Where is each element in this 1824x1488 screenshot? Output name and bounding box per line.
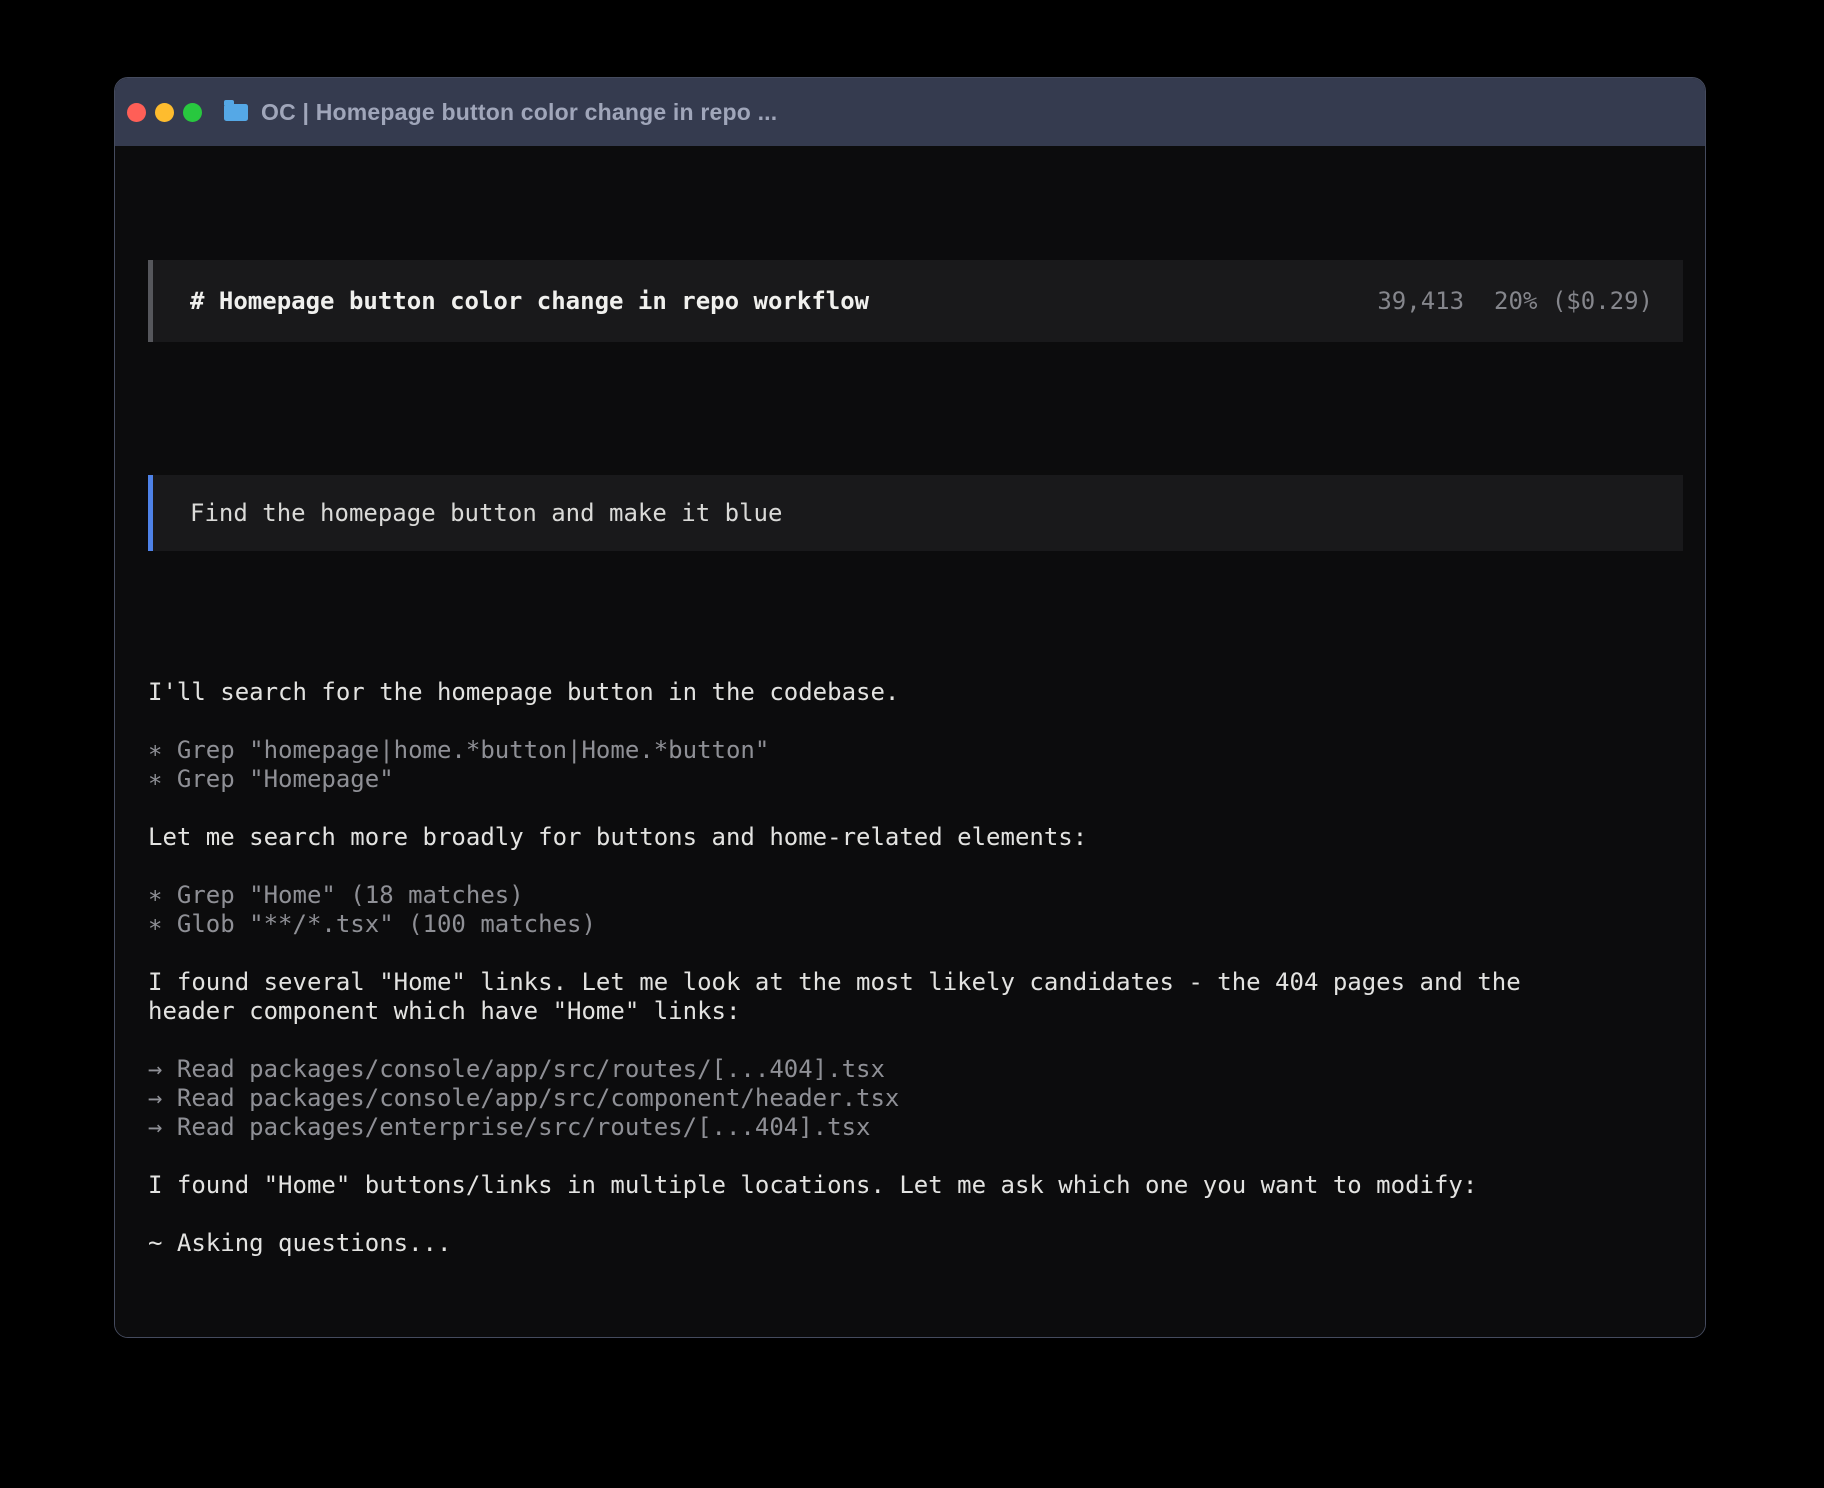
assistant-transcript: I'll search for the homepage button in t…	[148, 678, 1683, 1258]
assistant-text-line: I found several "Home" links. Let me loo…	[148, 968, 1683, 997]
folder-icon	[224, 104, 248, 121]
session-header: # Homepage button color change in repo w…	[148, 260, 1683, 342]
tool-call-line: ∗ Grep "Home" (18 matches)	[148, 881, 1683, 910]
tool-call-line: → Read packages/enterprise/src/routes/[.…	[148, 1113, 1683, 1142]
assistant-text-line	[148, 852, 1683, 881]
assistant-text-line	[148, 1142, 1683, 1171]
tool-call-line: ∗ Glob "**/*.tsx" (100 matches)	[148, 910, 1683, 939]
assistant-text-line	[148, 1026, 1683, 1055]
user-message-text: Find the homepage button and make it blu…	[190, 499, 782, 528]
session-title: # Homepage button color change in repo w…	[190, 287, 869, 316]
assistant-text-line	[148, 939, 1683, 968]
assistant-text-line	[148, 707, 1683, 736]
tool-call-line: ∗ Grep "Homepage"	[148, 765, 1683, 794]
assistant-text-line: I found "Home" buttons/links in multiple…	[148, 1171, 1683, 1200]
assistant-text-line	[148, 1200, 1683, 1229]
close-button[interactable]	[127, 103, 146, 122]
window-title: OC | Homepage button color change in rep…	[261, 99, 777, 126]
titlebar: OC | Homepage button color change in rep…	[115, 78, 1705, 146]
session-stats: 39,413 20% ($0.29)	[1377, 287, 1653, 316]
token-count: 39,413	[1377, 287, 1464, 316]
tool-call-line: ∗ Grep "homepage|home.*button|Home.*butt…	[148, 736, 1683, 765]
minimize-button[interactable]	[155, 103, 174, 122]
assistant-text-line: I'll search for the homepage button in t…	[148, 678, 1683, 707]
assistant-text-line	[148, 794, 1683, 823]
terminal-window: OC | Homepage button color change in rep…	[114, 77, 1706, 1338]
assistant-text-line: ~ Asking questions...	[148, 1229, 1683, 1258]
traffic-lights	[127, 103, 202, 122]
zoom-button[interactable]	[183, 103, 202, 122]
assistant-text-line: header component which have "Home" links…	[148, 997, 1683, 1026]
context-cost: 20% ($0.29)	[1494, 287, 1653, 316]
terminal-content: # Homepage button color change in repo w…	[115, 146, 1705, 1338]
user-message: Find the homepage button and make it blu…	[148, 475, 1683, 551]
tool-call-line: → Read packages/console/app/src/componen…	[148, 1084, 1683, 1113]
tool-call-line: → Read packages/console/app/src/routes/[…	[148, 1055, 1683, 1084]
assistant-text-line: Let me search more broadly for buttons a…	[148, 823, 1683, 852]
